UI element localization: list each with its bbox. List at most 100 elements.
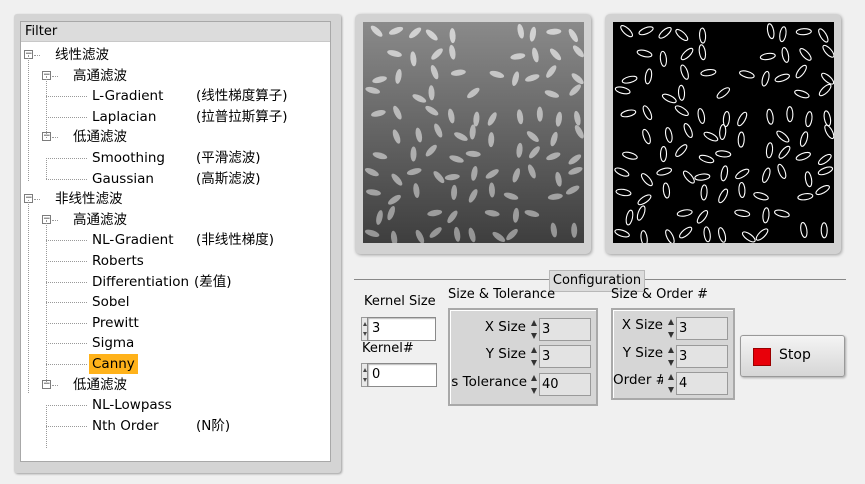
- tree-item-label: 低通滤波: [73, 376, 127, 393]
- tree-item[interactable]: NL-Gradient (非线性梯度): [21, 230, 330, 250]
- tree-item-description: (N阶): [196, 417, 231, 434]
- tree-item[interactable]: Canny: [21, 354, 330, 374]
- tree-item-label: 低通滤波: [73, 129, 127, 146]
- st-x-size-stepper[interactable]: [530, 318, 538, 341]
- tree-item[interactable]: Smoothing (平滑滤波): [21, 148, 330, 168]
- tree-item[interactable]: L-Gradient (线性梯度算子): [21, 86, 330, 106]
- tree-item-label: Canny: [89, 354, 138, 374]
- tree-item-description: (高斯滤波): [196, 170, 261, 187]
- tree-connector: [28, 200, 29, 393]
- tree-connector: [46, 220, 47, 384]
- size-order-title: Size & Order #: [611, 287, 709, 302]
- tree-connector: [46, 178, 87, 180]
- tree-item[interactable]: − 高通滤波: [21, 210, 330, 230]
- tree-connector: [46, 281, 87, 283]
- tree-item-label: 非线性滤波: [55, 191, 123, 208]
- tree-item-label: Differentiation: [92, 273, 190, 290]
- tree-item-label: 高通滤波: [73, 67, 127, 84]
- st-x-size-label: X Size: [484, 319, 526, 335]
- so-y-size-input[interactable]: 3: [676, 345, 728, 368]
- tree-item-label: NL-Lowpass: [92, 397, 172, 414]
- st-y-size-input[interactable]: 3: [539, 345, 591, 368]
- tree-item-label: Roberts: [92, 253, 144, 269]
- tree-connector: [46, 158, 47, 179]
- tree-item-description: (平滑滤波): [196, 150, 261, 166]
- tree-connector: [46, 322, 87, 324]
- tree-item[interactable]: − 低通滤波: [21, 127, 330, 147]
- tree-item-description: (非线性梯度): [196, 232, 275, 249]
- st-y-size-stepper[interactable]: [530, 345, 538, 368]
- tree-item[interactable]: Roberts: [21, 251, 330, 271]
- tree-item[interactable]: − 高通滤波: [21, 66, 330, 86]
- tree-item[interactable]: Sobel: [21, 292, 330, 312]
- tree-connector: [28, 55, 29, 181]
- tree-connector: [52, 137, 58, 139]
- tree-item-description: (线性梯度算子): [196, 88, 288, 105]
- filter-tree-panel: Filter − 线性滤波 − 高通滤波 L-Gradient (线性梯度算子) Lapla…: [14, 14, 341, 473]
- filtered-image: [613, 22, 834, 243]
- tree-connector: [34, 199, 40, 201]
- tree-item[interactable]: − 线性滤波: [21, 45, 330, 65]
- st-tolerance-label: s Tolerance: [451, 374, 527, 390]
- tree-item-description: (拉普拉斯算子): [196, 108, 288, 125]
- so-order-stepper[interactable]: [667, 372, 675, 395]
- tree-item-label: NL-Gradient: [92, 232, 174, 249]
- stop-led-icon: [753, 348, 771, 366]
- size-tolerance-group: X Size 3 Y Size 3 s Tolerance 40: [448, 308, 598, 406]
- tree-header[interactable]: Filter: [21, 22, 330, 42]
- tree-item-description: (差值): [194, 273, 232, 290]
- so-x-size-input[interactable]: 3: [676, 317, 728, 340]
- so-y-size-stepper[interactable]: [667, 345, 675, 368]
- tree-item-label: L-Gradient: [92, 88, 164, 105]
- tree-connector: [46, 158, 87, 159]
- tree-item[interactable]: Nth Order (N阶): [21, 416, 330, 436]
- original-image-frame: [355, 14, 591, 254]
- tree-item-label: Sobel: [92, 294, 130, 311]
- tree-item[interactable]: Sigma: [21, 333, 330, 353]
- tree-item-label: 高通滤波: [73, 211, 127, 228]
- tree-connector: [46, 302, 87, 304]
- filtered-image-frame: [605, 14, 841, 254]
- tree-connector: [46, 261, 87, 262]
- kernel-size-input[interactable]: 3: [367, 317, 436, 341]
- st-y-size-label: Y Size: [485, 346, 526, 362]
- tree-connector: [46, 364, 87, 365]
- tree-item[interactable]: Gaussian (高斯滤波): [21, 169, 330, 189]
- so-order-label: Order #: [613, 372, 663, 388]
- tree-connector: [46, 405, 47, 448]
- tree-connector: [46, 240, 87, 242]
- stop-button[interactable]: Stop: [740, 335, 845, 377]
- tree-item-label: 线性滤波: [55, 47, 109, 63]
- stop-button-label: Stop: [779, 347, 811, 363]
- tree-item[interactable]: − 低通滤波: [21, 375, 330, 395]
- tree-connector: [46, 96, 87, 98]
- tree-connector: [46, 343, 87, 345]
- tree-item[interactable]: NL-Lowpass: [21, 395, 330, 415]
- so-order-input[interactable]: 4: [676, 372, 728, 395]
- tree-item[interactable]: Differentiation (差值): [21, 272, 330, 292]
- tree-item-label: Laplacian: [92, 108, 157, 125]
- tree-item-label: Nth Order: [92, 417, 159, 434]
- kernel-num-label: Kernel#: [362, 341, 414, 356]
- tree-connector: [52, 384, 58, 386]
- tree-item[interactable]: Prewitt: [21, 313, 330, 333]
- kernel-size-label: Kernel Size: [364, 294, 436, 309]
- tree-item[interactable]: Laplacian (拉普拉斯算子): [21, 107, 330, 127]
- so-x-size-stepper[interactable]: [667, 317, 675, 340]
- tree-item-label: Gaussian: [92, 170, 154, 187]
- size-tolerance-title: Size & Tolerance: [448, 287, 556, 302]
- tree-connector: [52, 219, 58, 221]
- filter-tree[interactable]: Filter − 线性滤波 − 高通滤波 L-Gradient (线性梯度算子) Lapla…: [20, 21, 331, 462]
- tree-body: − 线性滤波 − 高通滤波 L-Gradient (线性梯度算子) Laplacian (拉普…: [21, 43, 330, 461]
- so-x-size-label: X Size: [621, 317, 663, 333]
- st-tolerance-input[interactable]: 40: [539, 373, 591, 396]
- tree-item[interactable]: − 非线性滤波: [21, 189, 330, 209]
- tree-item-label: Sigma: [92, 335, 135, 352]
- st-x-size-input[interactable]: 3: [539, 318, 591, 341]
- original-image: [363, 22, 584, 243]
- size-order-group: X Size 3 Y Size 3 Order # 4: [611, 308, 735, 400]
- st-tolerance-stepper[interactable]: [530, 373, 538, 396]
- kernel-num-input[interactable]: 0: [367, 363, 437, 387]
- tree-connector: [46, 425, 87, 427]
- tree-connector: [46, 76, 47, 138]
